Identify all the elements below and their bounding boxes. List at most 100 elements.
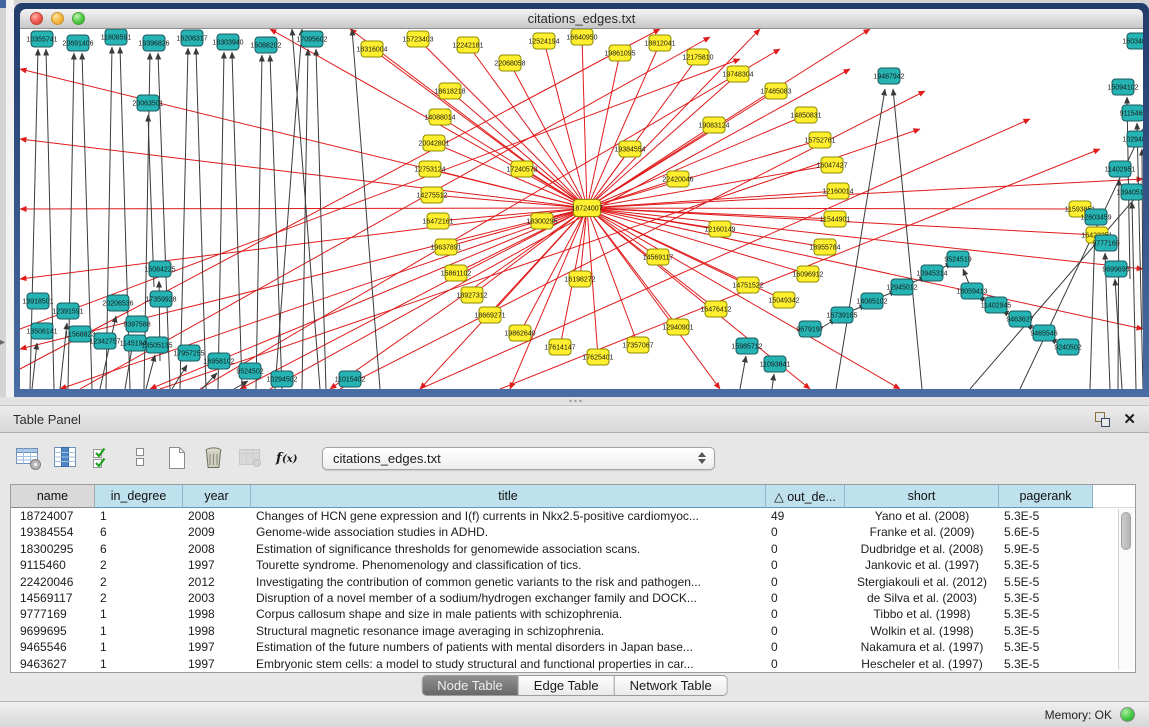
cell-pagerank[interactable]: 5.5E-5 bbox=[999, 574, 1093, 590]
graph-node[interactable]: 10294502 bbox=[266, 371, 297, 387]
graph-edge[interactable] bbox=[432, 195, 587, 208]
graph-node[interactable]: 10355741 bbox=[26, 31, 57, 47]
graph-node[interactable]: 18316004 bbox=[356, 41, 387, 57]
graph-node[interactable]: 10294817 bbox=[1122, 131, 1143, 147]
graph-node[interactable]: 14850831 bbox=[790, 107, 821, 123]
cell-short[interactable]: Franke et al. (2009) bbox=[845, 524, 999, 540]
graph-node[interactable]: 15985712 bbox=[731, 338, 762, 354]
graph-node[interactable]: 16958102 bbox=[203, 353, 234, 369]
graph-node[interactable]: 11402945 bbox=[981, 297, 1012, 313]
graph-node[interactable]: 9679197 bbox=[796, 321, 823, 337]
network-canvas[interactable]: 1831600415723403122421812206805812524194… bbox=[20, 29, 1143, 389]
graph-edge[interactable] bbox=[587, 74, 738, 208]
graph-node[interactable]: 16198272 bbox=[564, 271, 595, 287]
cell-name[interactable]: 9463627 bbox=[11, 656, 95, 672]
graph-node[interactable]: 18927312 bbox=[456, 287, 487, 303]
graph-node[interactable]: 11808591 bbox=[101, 29, 132, 45]
graph-node[interactable]: 14088014 bbox=[424, 109, 455, 125]
graph-edge[interactable] bbox=[172, 365, 187, 389]
cell-title[interactable]: Investigating the contribution of common… bbox=[251, 574, 766, 590]
cell-pagerank[interactable]: 5.6E-5 bbox=[999, 524, 1093, 540]
graph-node[interactable]: 12940901 bbox=[662, 319, 693, 335]
graph-edge[interactable] bbox=[587, 208, 1143, 329]
graph-node[interactable]: 22068058 bbox=[494, 55, 525, 71]
graph-edge[interactable] bbox=[970, 189, 1143, 389]
graph-node[interactable]: 9524519 bbox=[944, 251, 971, 267]
close-panel-icon[interactable]: ✕ bbox=[1123, 412, 1136, 427]
zoom-window-button[interactable] bbox=[72, 12, 85, 25]
graph-edge[interactable] bbox=[587, 208, 1080, 209]
column-header-name[interactable]: name bbox=[11, 485, 95, 508]
function-builder-button[interactable]: f (x) bbox=[271, 442, 304, 474]
graph-node[interactable]: 10945314 bbox=[916, 265, 947, 281]
graph-node[interactable]: 19384554 bbox=[614, 141, 645, 157]
cell-name[interactable]: 9465546 bbox=[11, 639, 95, 655]
graph-node[interactable]: 11015402 bbox=[335, 371, 366, 387]
graph-edge[interactable] bbox=[32, 343, 37, 389]
cell-in_degree[interactable]: 2 bbox=[95, 590, 183, 606]
row-height-button[interactable] bbox=[123, 442, 156, 474]
table-row[interactable]: 946362711997Embryonic stem cells: a mode… bbox=[11, 656, 1135, 672]
graph-edge[interactable] bbox=[1132, 202, 1136, 389]
graph-node[interactable]: 18300295 bbox=[526, 213, 557, 229]
graph-edge[interactable] bbox=[180, 48, 188, 389]
graph-node[interactable]: 9397588 bbox=[123, 316, 150, 332]
graph-edge[interactable] bbox=[893, 89, 922, 389]
cell-year[interactable]: 1998 bbox=[183, 623, 251, 639]
graph-node[interactable]: 16472161 bbox=[422, 213, 453, 229]
graph-node[interactable]: 11544901 bbox=[820, 211, 851, 227]
graph-edge[interactable] bbox=[20, 208, 587, 209]
graph-node[interactable]: 16047427 bbox=[816, 157, 847, 173]
cell-short[interactable]: Nakamura et al. (1997) bbox=[845, 639, 999, 655]
table-row[interactable]: 969969511998Structural magnetic resonanc… bbox=[11, 623, 1135, 639]
scrollbar-thumb[interactable] bbox=[1121, 512, 1131, 550]
graph-node[interactable]: 16739185 bbox=[826, 307, 857, 323]
graph-node[interactable]: 17957255 bbox=[173, 345, 204, 361]
graph-node[interactable]: 18812041 bbox=[644, 35, 675, 51]
cell-name[interactable]: 19384554 bbox=[11, 524, 95, 540]
new-column-button[interactable] bbox=[160, 442, 193, 474]
graph-node[interactable]: 12603459 bbox=[1080, 209, 1111, 225]
cell-name[interactable]: 14569117 bbox=[11, 590, 95, 606]
cell-name[interactable]: 22420046 bbox=[11, 574, 95, 590]
graph-edge[interactable] bbox=[836, 89, 885, 389]
graph-node[interactable]: 20042801 bbox=[418, 135, 449, 151]
cell-title[interactable]: Estimation of the future numbers of pati… bbox=[251, 639, 766, 655]
cell-out_degree[interactable]: 0 bbox=[766, 590, 845, 606]
cell-year[interactable]: 1997 bbox=[183, 639, 251, 655]
graph-node[interactable]: 12242181 bbox=[452, 37, 483, 53]
graph-edge[interactable] bbox=[196, 48, 206, 389]
table-row[interactable]: 1938455462009Genome-wide association stu… bbox=[11, 524, 1135, 540]
cell-pagerank[interactable]: 5.3E-5 bbox=[999, 623, 1093, 639]
cell-name[interactable]: 9115460 bbox=[11, 557, 95, 573]
graph-node[interactable]: 13506141 bbox=[26, 323, 57, 339]
cell-name[interactable]: 18300295 bbox=[11, 541, 95, 557]
cell-out_degree[interactable]: 0 bbox=[766, 574, 845, 590]
graph-node[interactable]: 9115460 bbox=[1120, 105, 1143, 121]
graph-node[interactable]: 17614147 bbox=[544, 339, 575, 355]
cell-name[interactable]: 9777169 bbox=[11, 606, 95, 622]
cell-in_degree[interactable]: 6 bbox=[95, 541, 183, 557]
cell-year[interactable]: 2009 bbox=[183, 524, 251, 540]
cell-short[interactable]: Wolkin et al. (1998) bbox=[845, 623, 999, 639]
network-view-window[interactable]: citations_edges.txt 18316004157234031224… bbox=[14, 3, 1149, 397]
tab-node-table[interactable]: Node Table bbox=[421, 675, 519, 696]
graph-node[interactable]: 15084225 bbox=[144, 261, 175, 277]
graph-edge[interactable] bbox=[232, 52, 242, 389]
column-header-in_degree[interactable]: in_degree bbox=[95, 485, 183, 508]
cell-in_degree[interactable]: 1 bbox=[95, 623, 183, 639]
cell-in_degree[interactable]: 2 bbox=[95, 574, 183, 590]
cell-title[interactable]: Changes of HCN gene expression and I(f) … bbox=[251, 508, 766, 524]
cell-year[interactable]: 1997 bbox=[183, 557, 251, 573]
table-scrollbar[interactable] bbox=[1118, 509, 1133, 670]
graph-edge[interactable] bbox=[200, 49, 780, 389]
graph-node[interactable]: 13918501 bbox=[22, 293, 53, 309]
cell-pagerank[interactable]: 5.3E-5 bbox=[999, 590, 1093, 606]
column-header-year[interactable]: year bbox=[183, 485, 251, 508]
cell-pagerank[interactable]: 5.3E-5 bbox=[999, 656, 1093, 672]
cell-year[interactable]: 1997 bbox=[183, 656, 251, 672]
graph-edge[interactable] bbox=[256, 55, 262, 389]
graph-node[interactable]: 14569117 bbox=[643, 249, 674, 265]
graph-node[interactable]: 14751522 bbox=[732, 277, 763, 293]
graph-node[interactable]: 12945012 bbox=[886, 279, 917, 295]
